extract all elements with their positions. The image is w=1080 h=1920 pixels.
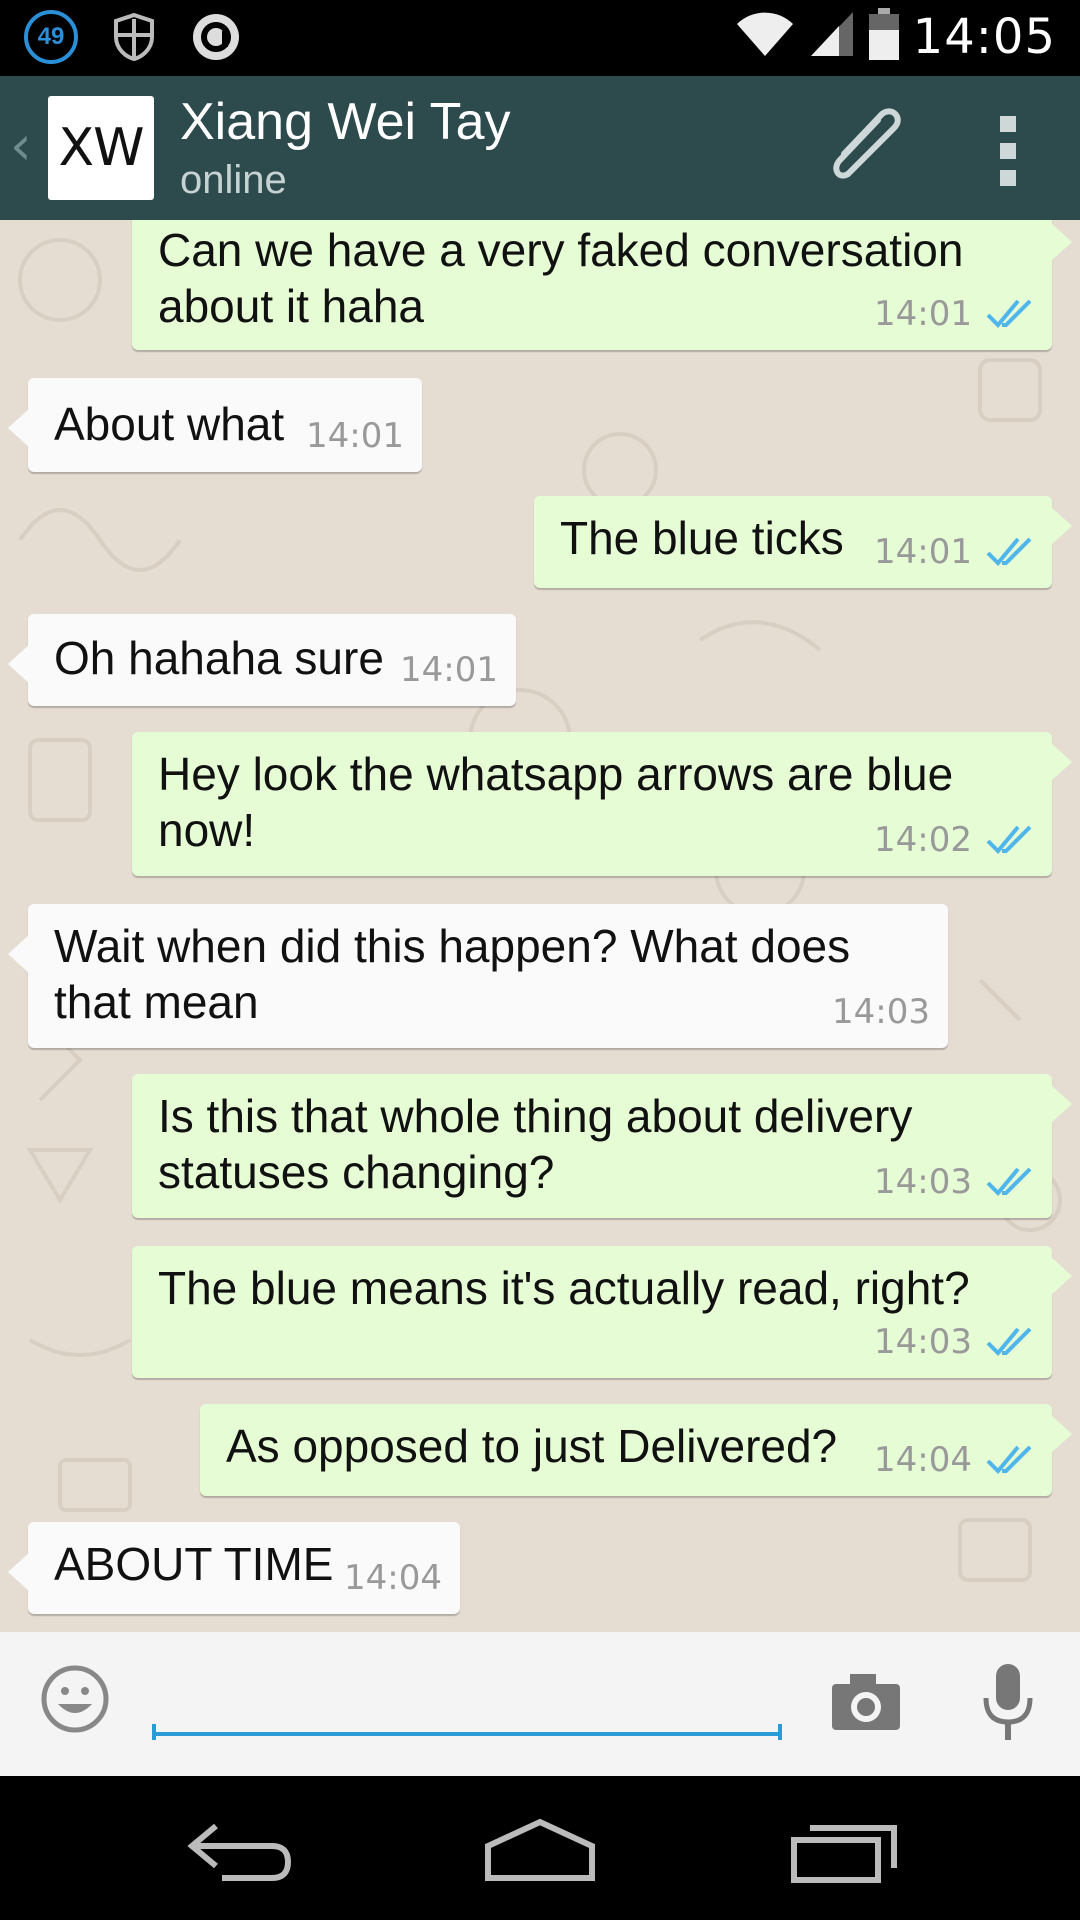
message-outgoing[interactable]: The blue means it's actually read, right…: [132, 1246, 1072, 1378]
message-text-line: The blue means it's actually read, right…: [158, 1262, 970, 1314]
nav-back-icon[interactable]: [186, 1816, 296, 1891]
overflow-menu-icon[interactable]: [996, 116, 1020, 186]
read-ticks-icon: [986, 1167, 1032, 1196]
chat-area[interactable]: Can we have a very faked conversation ab…: [0, 220, 1080, 1632]
message-time: 14:03: [832, 992, 930, 1032]
read-ticks-icon: [986, 299, 1032, 328]
message-time: 14:01: [400, 650, 498, 690]
read-ticks-icon: [986, 537, 1032, 566]
shield-icon: [112, 13, 156, 61]
message-incoming[interactable]: Wait when did this happen? What does tha…: [8, 904, 948, 1048]
camera-icon[interactable]: [830, 1672, 902, 1737]
read-ticks-icon: [986, 825, 1032, 854]
status-time: 14:05: [912, 8, 1056, 65]
message-incoming[interactable]: ABOUT TIME 14:04: [8, 1522, 460, 1614]
text-field-underline-cap: [778, 1724, 782, 1740]
text-field-underline-cap: [152, 1724, 156, 1740]
message-incoming[interactable]: About what 14:01: [8, 378, 422, 472]
battery-icon: [868, 8, 899, 65]
message-outgoing[interactable]: The blue ticks 14:01: [534, 496, 1072, 588]
back-chevron-icon[interactable]: ‹: [10, 114, 32, 177]
message-time: 14:01: [874, 294, 972, 334]
contact-status: online: [180, 158, 287, 202]
message-text-line: that mean: [54, 976, 259, 1028]
read-ticks-icon: [986, 1327, 1032, 1356]
message-text-line: now!: [158, 804, 256, 856]
nav-recents-icon[interactable]: [790, 1816, 902, 1891]
message-text-line: As opposed to just Delivered?: [226, 1420, 838, 1472]
message-text-line: About what: [54, 398, 285, 450]
mic-icon[interactable]: [980, 1662, 1036, 1747]
message-text-line: ABOUT TIME: [54, 1538, 334, 1590]
message-outgoing[interactable]: Can we have a very faked conversation ab…: [132, 220, 1072, 350]
message-time: 14:03: [874, 1322, 972, 1362]
message-time: 14:01: [306, 416, 404, 456]
message-text-field[interactable]: [152, 1668, 782, 1736]
signal-icon: [809, 10, 855, 63]
read-ticks-icon: [986, 1445, 1032, 1474]
message-text-line: Is this that whole thing about delivery: [158, 1090, 913, 1142]
message-outgoing[interactable]: Is this that whole thing about delivery …: [132, 1074, 1072, 1218]
message-text-line: statuses changing?: [158, 1146, 555, 1198]
attach-icon[interactable]: [820, 106, 910, 195]
message-time: 14:02: [874, 820, 972, 860]
message-time: 14:04: [344, 1558, 442, 1598]
chat-header: ‹ XW Xiang Wei Tay online: [0, 76, 1080, 220]
message-time: 14:03: [874, 1162, 972, 1202]
message-text-line: Wait when did this happen? What does: [54, 920, 851, 972]
message-text-line: The blue ticks: [560, 512, 844, 564]
message-text-line: Hey look the whatsapp arrows are blue: [158, 748, 954, 800]
message-outgoing[interactable]: As opposed to just Delivered? 14:04: [200, 1404, 1072, 1496]
status-bar: 49 14:05: [0, 0, 1080, 76]
contact-name[interactable]: Xiang Wei Tay: [180, 92, 510, 152]
message-time: 14:01: [874, 532, 972, 572]
message-outgoing[interactable]: Hey look the whatsapp arrows are blue no…: [132, 732, 1072, 876]
nav-home-icon[interactable]: [484, 1816, 596, 1891]
message-input-bar: [0, 1632, 1080, 1776]
notification-count-badge: 49: [24, 10, 78, 64]
wifi-icon: [735, 10, 795, 63]
emoji-icon[interactable]: [40, 1664, 110, 1739]
message-text-line: Oh hahaha sure: [54, 632, 384, 684]
system-nav-bar: [0, 1776, 1080, 1920]
app-notification-icon: [190, 11, 242, 63]
message-time: 14:04: [874, 1440, 972, 1480]
message-text-line: about it haha: [158, 280, 425, 332]
message-incoming[interactable]: Oh hahaha sure 14:01: [8, 614, 516, 706]
avatar[interactable]: XW: [48, 96, 154, 200]
avatar-initials: XW: [58, 118, 144, 178]
message-text-line: Can we have a very faked conversation: [158, 224, 964, 276]
